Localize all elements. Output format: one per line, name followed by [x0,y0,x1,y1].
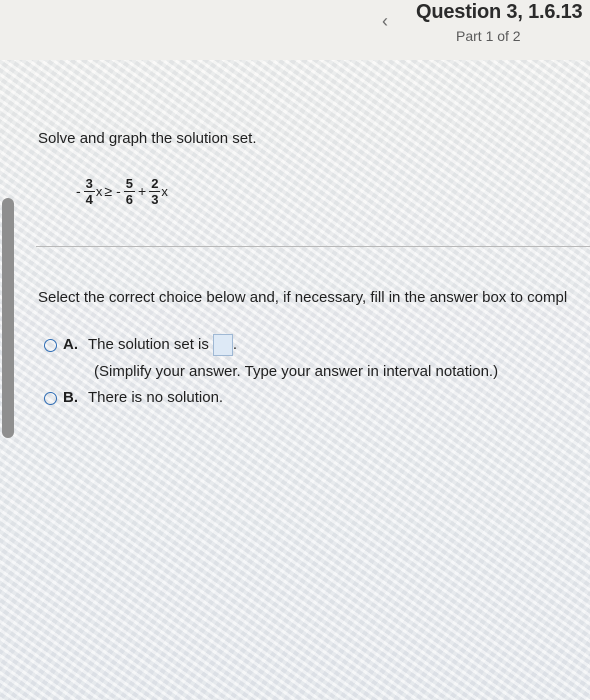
section-divider [36,246,590,247]
choice-b-text: There is no solution. [88,389,224,406]
choice-a-period: . [232,335,238,353]
fraction-rhs-coefficient: 2 3 [149,175,161,207]
choice-a-letter: A. [63,335,78,353]
choice-b-letter: B. [63,389,78,406]
choice-b-radio[interactable] [44,391,57,405]
fraction-numerator: 3 [85,175,93,191]
question-part-indicator: Part 1 of 2 [456,28,521,44]
previous-question-button[interactable]: ‹ [368,10,402,32]
fraction-denominator: 4 [83,190,95,207]
vertical-scrollbar[interactable] [2,198,14,438]
solution-answer-box[interactable] [212,334,233,356]
chevron-left-icon: ‹ [382,11,388,31]
minus-sign: - [76,183,81,199]
inequality-expression: - 3 4 x ≥ - 5 6 + 2 3 x [74,170,168,212]
variable: x [95,183,103,199]
answer-instruction: Select the correct choice below and, if … [38,289,568,306]
fraction-lhs: 3 4 [83,175,95,207]
fraction-numerator: 2 [151,175,159,191]
plus-sign: + [138,183,147,199]
question-prompt: Solve and graph the solution set. [38,130,257,147]
question-header: ‹ Question 3, 1.6.13 Part 1 of 2 [0,0,590,61]
choice-a-hint: (Simplify your answer. Type your answer … [94,363,499,380]
fraction-rhs-constant: 5 6 [123,175,135,207]
question-content: Solve and graph the solution set. - 3 4 … [0,60,590,700]
choice-a[interactable]: A. The solution set is. [44,334,237,356]
fraction-denominator: 3 [149,190,161,207]
fraction-denominator: 6 [123,190,135,207]
question-title: Question 3, 1.6.13 [416,1,583,23]
choice-b[interactable]: B. There is no solution. [44,389,223,406]
fraction-numerator: 5 [125,175,133,191]
minus-sign: - [116,183,121,199]
choice-a-radio[interactable] [44,338,57,352]
choice-a-text: The solution set is [88,335,209,353]
variable: x [161,183,168,199]
relation-symbol: ≥ [104,183,113,199]
